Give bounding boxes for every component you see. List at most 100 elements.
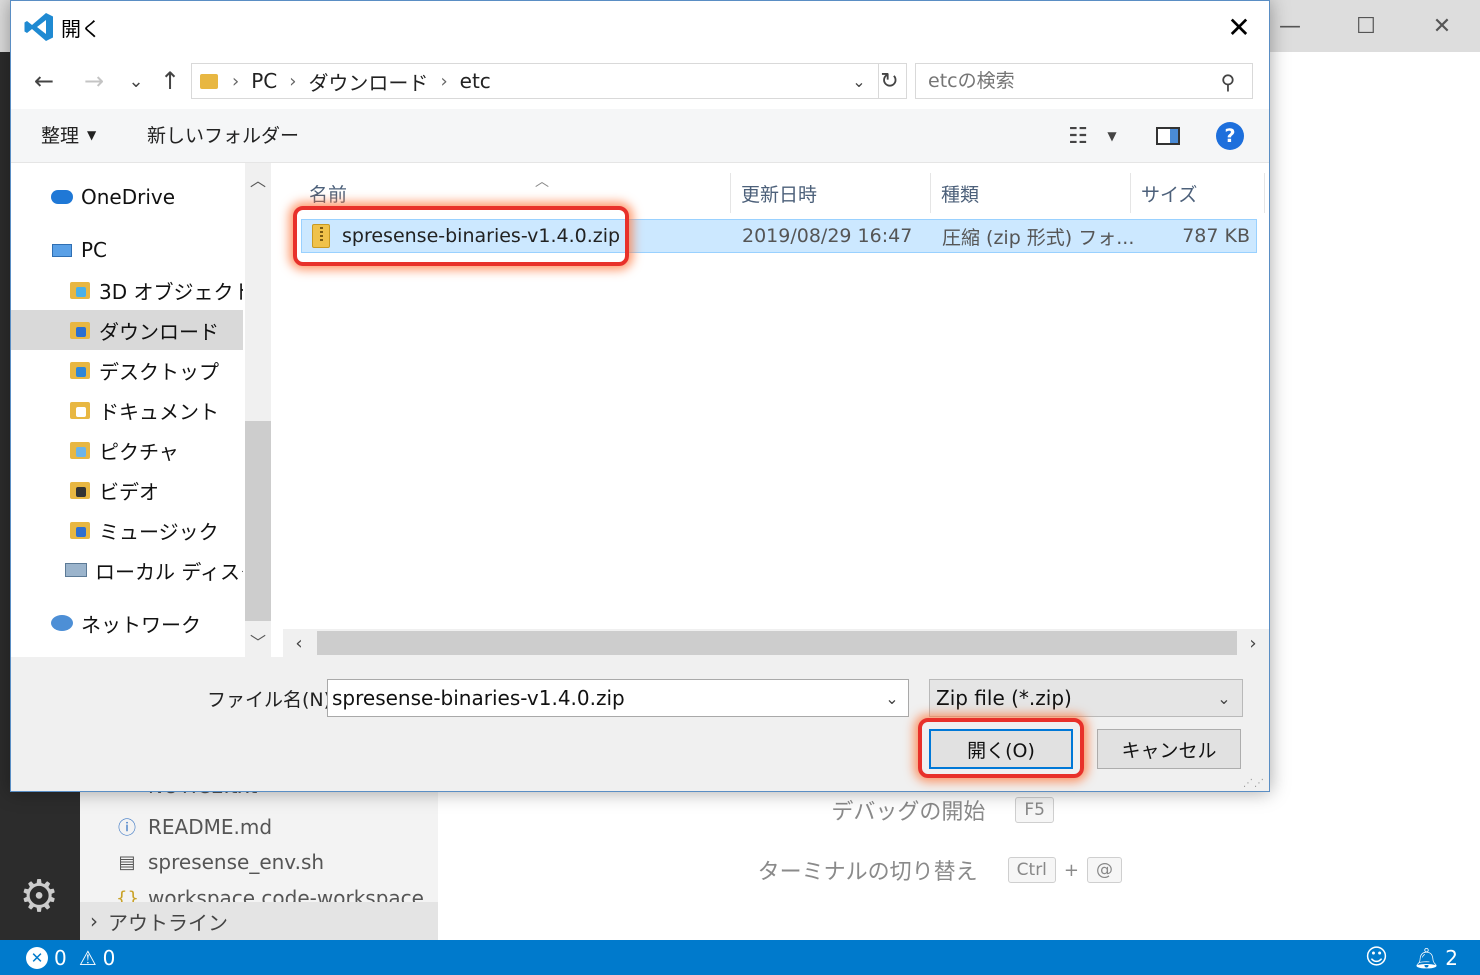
key-joiner: + — [1063, 859, 1079, 881]
organize-button[interactable]: 整理 ▼ — [41, 121, 96, 148]
scroll-up-icon[interactable]: ︿ — [245, 165, 271, 193]
nav-item-downloads[interactable]: ダウンロード — [11, 310, 243, 350]
bell-icon: 🔔︎ — [1413, 945, 1440, 970]
outline-section-header[interactable]: › アウトライン — [80, 902, 438, 940]
column-header-type[interactable]: 種類 — [931, 173, 1131, 213]
file-row[interactable]: spresense-binaries-v1.4.0.zip 2019/08/29… — [301, 219, 1257, 253]
close-window-button[interactable]: ✕ — [1404, 0, 1480, 52]
shortcut-debug: デバッグの開始 F5 — [831, 794, 1054, 826]
network-icon — [51, 613, 73, 633]
nav-item-pc[interactable]: PC — [11, 230, 243, 270]
key-badge: @ — [1087, 857, 1122, 883]
column-label: 名前 — [309, 183, 348, 206]
notifications-indicator[interactable]: 🔔︎ 2 — [1414, 946, 1458, 970]
view-options-icon[interactable]: ☷ — [1063, 121, 1093, 151]
cloud-icon — [51, 187, 73, 207]
up-button[interactable]: ↑ — [155, 65, 185, 97]
folder-3d-icon — [69, 280, 91, 300]
error-count: 0 — [54, 945, 67, 970]
nav-item-3d-objects[interactable]: 3D オブジェクト — [11, 270, 243, 310]
warning-icon: ⚠ — [78, 945, 97, 970]
nav-item-music[interactable]: ミュージック — [11, 510, 243, 550]
scroll-left-icon[interactable]: ‹ — [285, 629, 313, 657]
open-button[interactable]: 開く(O) — [929, 729, 1073, 769]
help-icon[interactable]: ? — [1215, 121, 1245, 151]
breadcrumb-separator: › — [232, 70, 240, 92]
help-badge: ? — [1216, 122, 1244, 150]
folder-pictures-icon — [69, 440, 91, 460]
filename-input[interactable]: spresense-binaries-v1.4.0.zip ⌄ — [327, 679, 909, 717]
navpane-scrollbar[interactable]: ︿ ﹀ — [245, 163, 271, 657]
resize-grip-icon[interactable]: ⋰⋰ — [1243, 778, 1265, 789]
breadcrumb-downloads[interactable]: ダウンロード — [308, 67, 428, 96]
forward-button[interactable]: → — [79, 65, 109, 97]
problems-indicator[interactable]: ✕ 0 ⚠ 0 — [0, 946, 115, 970]
breadcrumb-separator: › — [440, 70, 448, 92]
organize-label: 整理 — [41, 125, 80, 147]
address-bar[interactable]: › PC › ダウンロード › etc ⌄ — [191, 63, 879, 99]
filetype-select[interactable]: Zip file (*.zip) ⌄ — [929, 679, 1243, 717]
nav-item-label: OneDrive — [81, 185, 176, 209]
nav-item-onedrive[interactable]: OneDrive — [11, 177, 243, 217]
warning-count: 0 — [102, 945, 116, 970]
caret-down-icon[interactable]: ▼ — [1101, 121, 1123, 151]
scroll-down-icon[interactable]: ﹀ — [245, 627, 271, 655]
folder-desktop-icon — [69, 360, 91, 380]
filetype-value: Zip file (*.zip) — [936, 686, 1072, 710]
folder-music-icon — [69, 520, 91, 540]
gear-icon[interactable]: ⚙ — [16, 874, 62, 920]
explorer-file[interactable]: ▤ spresense_env.sh — [116, 850, 324, 874]
refresh-button[interactable]: ↻ — [873, 63, 907, 99]
explorer-file[interactable]: ⓘ README.md — [116, 814, 272, 840]
scrollbar-thumb[interactable] — [317, 631, 1237, 655]
scrollbar-thumb[interactable] — [245, 421, 271, 621]
filename-value: spresense-binaries-v1.4.0.zip — [332, 686, 625, 710]
recent-locations-button[interactable]: ⌄ — [121, 65, 151, 97]
breadcrumb-etc[interactable]: etc — [460, 69, 491, 93]
nav-item-local-disk[interactable]: ローカル ディスク (C — [11, 550, 243, 590]
new-folder-button[interactable]: 新しいフォルダー — [147, 121, 299, 148]
nav-item-network[interactable]: ネットワーク — [11, 603, 243, 643]
column-header-name[interactable]: ︿ 名前 — [299, 173, 731, 213]
file-name: spresense-binaries-v1.4.0.zip — [342, 225, 621, 247]
folder-icon — [200, 73, 218, 89]
nav-item-label: ビデオ — [99, 479, 159, 504]
nav-item-desktop[interactable]: デスクトップ — [11, 350, 243, 390]
dialog-close-button[interactable]: ✕ — [1209, 1, 1269, 53]
column-label: サイズ — [1141, 183, 1198, 206]
maximize-button[interactable]: ☐ — [1328, 0, 1404, 52]
nav-item-label: ネットワーク — [81, 612, 201, 637]
script-icon: ▤ — [118, 851, 136, 873]
nav-item-pictures[interactable]: ピクチャ — [11, 430, 243, 470]
file-list: ︿ 名前 更新日時 種類 サイズ spresense-binaries-v1.4… — [271, 163, 1269, 657]
preview-pane-icon[interactable] — [1153, 121, 1183, 151]
chevron-down-icon[interactable]: ⌄ — [1210, 680, 1238, 716]
nav-item-documents[interactable]: ドキュメント — [11, 390, 243, 430]
chevron-down-icon[interactable]: ⌄ — [844, 64, 874, 98]
nav-item-label: ミュージック — [99, 519, 219, 544]
column-header-modified[interactable]: 更新日時 — [731, 173, 931, 213]
filelist-hscrollbar[interactable]: ‹ › — [283, 629, 1269, 657]
key-badge: F5 — [1015, 797, 1054, 823]
search-input[interactable] — [915, 63, 1253, 99]
dialog-titlebar: 開く ✕ — [11, 1, 1269, 53]
chevron-down-icon[interactable]: ⌄ — [878, 680, 906, 716]
outline-label: アウトライン — [108, 910, 228, 935]
feedback-smiley-icon[interactable]: ☺ — [1365, 945, 1388, 970]
scroll-right-icon[interactable]: › — [1239, 629, 1267, 657]
back-button[interactable]: ← — [29, 65, 59, 97]
nav-item-label: ローカル ディスク (C — [95, 559, 243, 584]
nav-item-label: ダウンロード — [99, 319, 219, 344]
search-icon[interactable]: ⚲ — [1215, 69, 1241, 95]
breadcrumb-pc[interactable]: PC — [251, 69, 277, 93]
nav-item-label: PC — [81, 238, 108, 262]
open-file-dialog: 開く ✕ ← → ⌄ ↑ › PC › ダウンロード › etc ⌄ ↻ ⚲ 整… — [10, 0, 1270, 792]
zip-file-icon — [312, 224, 330, 248]
command-toolbar: 整理 ▼ 新しいフォルダー ☷ ▼ ? — [11, 109, 1269, 163]
dialog-footer: ファイル名(N): spresense-binaries-v1.4.0.zip … — [11, 657, 1269, 791]
cancel-button[interactable]: キャンセル — [1097, 729, 1241, 769]
column-header-size[interactable]: サイズ — [1131, 173, 1265, 213]
nav-item-videos[interactable]: ビデオ — [11, 470, 243, 510]
info-icon: ⓘ — [118, 818, 136, 839]
folder-documents-icon — [69, 400, 91, 420]
